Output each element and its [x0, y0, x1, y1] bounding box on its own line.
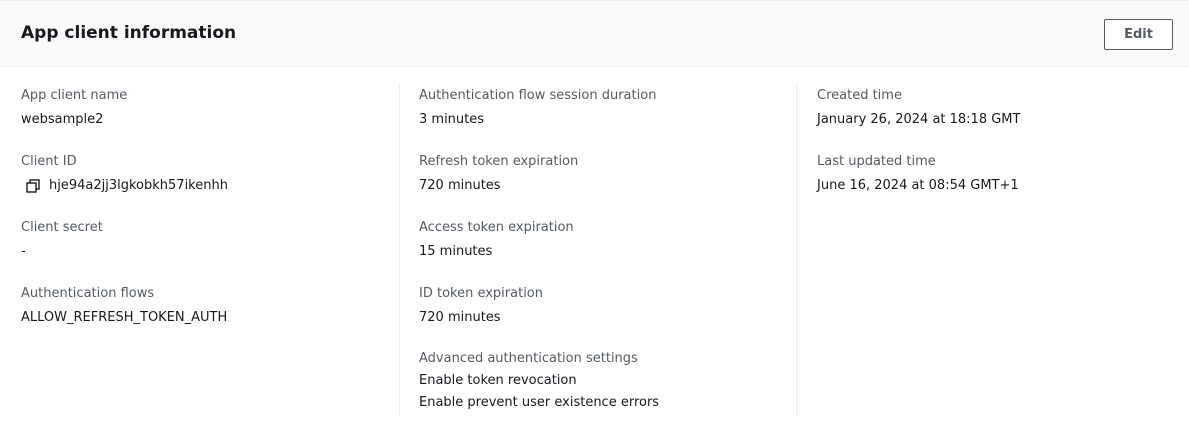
created-time-field: Created time January 26, 2024 at 18:18 G… — [817, 87, 1177, 129]
app-client-name-label: App client name — [21, 88, 128, 103]
session-duration-label: Authentication flow session duration — [419, 88, 657, 103]
column-divider — [796, 83, 797, 417]
edit-button[interactable]: Edit — [1104, 19, 1173, 50]
refresh-token-field: Refresh token expiration 720 minutes — [419, 153, 789, 195]
refresh-token-label: Refresh token expiration — [419, 154, 579, 169]
authentication-flows-label: Authentication flows — [21, 286, 155, 301]
app-client-name-value: websample2 — [21, 112, 104, 127]
created-time-label: Created time — [817, 88, 902, 103]
panel-header: App client information Edit — [0, 1, 1189, 67]
app-client-information-panel: App client information Edit App client n… — [0, 0, 1189, 432]
client-id-value: hje94a2jj3lgkobkh57ikenhh — [49, 178, 228, 193]
id-token-field: ID token expiration 720 minutes — [419, 285, 789, 327]
client-id-field: Client ID hje94a2jj3lgkobkh57ikenhh — [21, 153, 391, 195]
details-column-2: Authentication flow session duration 3 m… — [419, 67, 789, 417]
authentication-flows-field: Authentication flows ALLOW_REFRESH_TOKEN… — [21, 285, 391, 327]
app-client-name-field: App client name websample2 — [21, 87, 391, 129]
last-updated-time-value: June 16, 2024 at 08:54 GMT+1 — [817, 178, 1019, 193]
id-token-value: 720 minutes — [419, 310, 501, 325]
client-id-value-row: hje94a2jj3lgkobkh57ikenhh — [21, 177, 391, 195]
client-id-label: Client ID — [21, 154, 77, 169]
details-column-1: App client name websample2 Client ID hje… — [21, 67, 391, 417]
client-secret-value: - — [21, 244, 26, 259]
last-updated-time-label: Last updated time — [817, 154, 936, 169]
client-secret-label: Client secret — [21, 220, 103, 235]
last-updated-time-field: Last updated time June 16, 2024 at 08:54… — [817, 153, 1177, 195]
access-token-label: Access token expiration — [419, 220, 574, 235]
panel-title: App client information — [21, 23, 237, 43]
details-column-3: Created time January 26, 2024 at 18:18 G… — [817, 67, 1177, 417]
advanced-auth-settings-label: Advanced authentication settings — [419, 351, 638, 366]
access-token-value: 15 minutes — [419, 244, 493, 259]
copy-icon[interactable] — [26, 179, 40, 193]
id-token-label: ID token expiration — [419, 286, 544, 301]
created-time-value: January 26, 2024 at 18:18 GMT — [817, 112, 1021, 127]
session-duration-value: 3 minutes — [419, 112, 485, 127]
prevent-user-existence-errors-value: Enable prevent user existence errors — [419, 395, 660, 410]
refresh-token-value: 720 minutes — [419, 178, 501, 193]
token-revocation-value: Enable token revocation — [419, 373, 577, 388]
client-secret-field: Client secret - — [21, 219, 391, 261]
advanced-auth-settings-values: Enable token revocation Enable prevent u… — [419, 370, 789, 414]
access-token-field: Access token expiration 15 minutes — [419, 219, 789, 261]
column-divider — [399, 83, 400, 417]
details-columns: App client name websample2 Client ID hje… — [0, 67, 1189, 419]
advanced-auth-settings-field: Advanced authentication settings Enable … — [419, 350, 789, 414]
authentication-flows-value: ALLOW_REFRESH_TOKEN_AUTH — [21, 310, 228, 325]
session-duration-field: Authentication flow session duration 3 m… — [419, 87, 789, 129]
